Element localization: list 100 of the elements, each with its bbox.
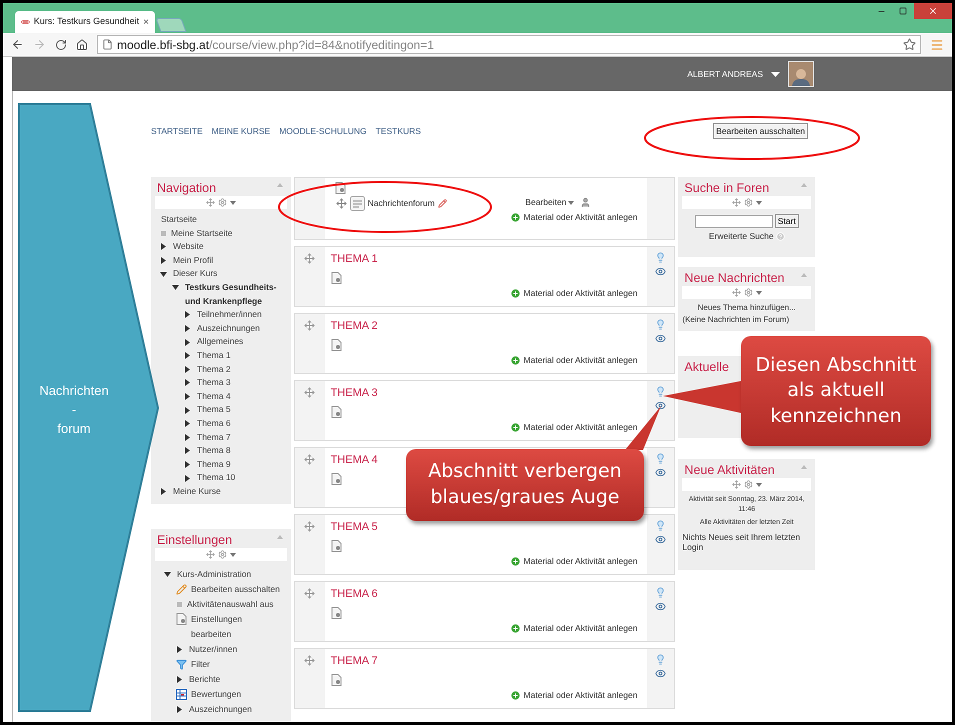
document-icon[interactable] xyxy=(330,674,342,686)
move-icon[interactable] xyxy=(732,480,741,489)
nav-link[interactable]: Testkurs Gesundheits- und Krankenpflege xyxy=(185,280,285,308)
collapsed-triangle-icon[interactable] xyxy=(184,406,191,414)
add-topic-link[interactable]: Neues Thema hinzufügen... xyxy=(678,302,815,314)
lightbulb-icon[interactable] xyxy=(655,520,666,531)
nav-link[interactable]: Thema 10 xyxy=(197,471,236,485)
settings-icon[interactable] xyxy=(744,288,753,297)
nav-link[interactable]: Thema 3 xyxy=(197,376,231,390)
move-icon[interactable] xyxy=(304,253,316,264)
edit-toggle-button[interactable]: Bearbeiten ausschalten xyxy=(713,122,808,140)
collapsed-triangle-icon[interactable] xyxy=(184,474,191,482)
nav-link[interactable]: Thema 9 xyxy=(197,458,231,472)
advanced-search-link[interactable]: Erweiterte Suche xyxy=(708,230,774,243)
lightbulb-icon[interactable] xyxy=(655,587,666,598)
plus-circle-icon[interactable] xyxy=(510,556,521,567)
move-icon[interactable] xyxy=(206,198,215,207)
nav-link[interactable]: Startseite xyxy=(161,213,197,227)
move-icon[interactable] xyxy=(304,588,316,599)
lightbulb-icon[interactable] xyxy=(655,319,666,330)
settings-icon[interactable] xyxy=(218,550,227,560)
tab-close-button[interactable]: × xyxy=(143,14,149,30)
nav-link[interactable]: Bewertungen xyxy=(191,687,242,702)
start-button[interactable]: Start xyxy=(774,214,799,228)
document-icon[interactable] xyxy=(330,473,342,485)
nav-link[interactable]: Thema 4 xyxy=(197,390,231,404)
expanded-triangle-icon[interactable] xyxy=(172,284,179,292)
settings-icon[interactable] xyxy=(744,198,753,207)
plus-circle-icon[interactable] xyxy=(510,212,521,223)
plus-circle-icon[interactable] xyxy=(510,354,521,366)
address-field[interactable]: moodle.bfi-sbg.at/course/view.php?id=84&notifyeditingon=1 xyxy=(97,35,921,54)
move-icon[interactable] xyxy=(304,320,316,331)
plus-circle-icon[interactable] xyxy=(510,690,521,701)
add-activity-link[interactable]: Material oder Aktivität anlegen xyxy=(524,287,638,300)
edit-menu-button[interactable]: Bearbeiten xyxy=(525,196,574,209)
breadcrumb-link[interactable]: MOODLE-SCHULUNG xyxy=(279,124,367,138)
collapsed-triangle-icon[interactable] xyxy=(176,646,183,653)
nav-link[interactable]: Meine Startseite xyxy=(171,226,232,240)
add-activity-link[interactable]: Material oder Aktivität anlegen xyxy=(524,211,638,224)
collapsed-triangle-icon[interactable] xyxy=(184,379,191,386)
forum-icon[interactable] xyxy=(350,196,365,211)
nav-link[interactable]: Filter xyxy=(191,657,210,672)
nav-link[interactable]: Mein Profil xyxy=(173,254,214,268)
add-activity-link[interactable]: Material oder Aktivität anlegen xyxy=(524,354,638,367)
plus-circle-icon[interactable] xyxy=(510,622,521,634)
bookmark-star-icon[interactable] xyxy=(903,38,916,51)
nav-link[interactable]: Aktivitätenauswahl aus xyxy=(187,597,274,612)
activity-link[interactable]: Nachrichtenforum xyxy=(368,197,435,210)
close-button[interactable] xyxy=(914,3,952,19)
forward-icon[interactable] xyxy=(33,38,46,51)
lightbulb-icon[interactable] xyxy=(655,654,666,665)
document-icon[interactable] xyxy=(330,540,342,552)
section-title[interactable]: THEMA 5 xyxy=(330,521,378,534)
nav-link[interactable]: Berichte xyxy=(189,672,220,688)
nav-link[interactable]: Website xyxy=(173,240,204,254)
collapsed-triangle-icon[interactable] xyxy=(176,706,183,713)
document-icon[interactable] xyxy=(330,339,342,351)
nav-link[interactable]: Auszeichnungen xyxy=(197,322,260,336)
settings-icon[interactable] xyxy=(218,198,227,207)
lightbulb-icon[interactable] xyxy=(655,453,666,464)
collapsed-triangle-icon[interactable] xyxy=(184,420,191,428)
nav-link[interactable]: Kurs-Administration xyxy=(177,567,252,582)
collapsed-triangle-icon[interactable] xyxy=(184,366,191,373)
eye-icon[interactable] xyxy=(655,400,666,411)
pencil-icon[interactable] xyxy=(438,199,447,208)
nav-link[interactable]: Meine Kurse xyxy=(173,484,221,498)
reload-icon[interactable] xyxy=(55,38,67,50)
section-title[interactable]: THEMA 6 xyxy=(330,588,378,601)
collapsed-triangle-icon[interactable] xyxy=(184,447,191,454)
user-name[interactable]: ALBERT ANDREAS xyxy=(687,68,763,80)
section-title[interactable]: THEMA 3 xyxy=(330,387,378,400)
back-icon[interactable] xyxy=(11,38,24,51)
eye-icon[interactable] xyxy=(655,534,666,545)
plus-circle-icon[interactable] xyxy=(510,422,521,433)
move-icon[interactable] xyxy=(304,387,316,398)
collapsed-triangle-icon[interactable] xyxy=(160,243,167,250)
add-activity-link[interactable]: Material oder Aktivität anlegen xyxy=(524,689,638,702)
collapsed-triangle-icon[interactable] xyxy=(184,352,191,360)
section-title[interactable]: THEMA 1 xyxy=(330,253,378,266)
section-title[interactable]: THEMA 4 xyxy=(330,454,378,467)
collapsed-triangle-icon[interactable] xyxy=(184,325,191,332)
move-icon[interactable] xyxy=(304,454,316,465)
move-icon[interactable] xyxy=(304,655,316,666)
avatar[interactable] xyxy=(788,61,814,87)
search-field[interactable] xyxy=(694,214,773,228)
move-icon[interactable] xyxy=(336,198,347,209)
breadcrumb-link[interactable]: STARTSEITE xyxy=(151,124,203,138)
document-icon[interactable] xyxy=(176,613,187,626)
nav-link[interactable]: Allgemeines xyxy=(197,335,244,349)
move-icon[interactable] xyxy=(732,288,741,297)
eye-icon[interactable] xyxy=(655,333,666,344)
document-icon[interactable] xyxy=(330,406,342,418)
nav-link[interactable]: Thema 2 xyxy=(197,362,231,376)
nav-link[interactable]: Auszeichnungen xyxy=(189,702,252,718)
collapsed-triangle-icon[interactable] xyxy=(184,338,191,346)
section-title[interactable]: THEMA 7 xyxy=(330,655,378,668)
section-title[interactable]: THEMA 2 xyxy=(330,320,378,333)
collapsed-triangle-icon[interactable] xyxy=(184,460,191,468)
nav-link[interactable]: Thema 5 xyxy=(197,403,231,417)
breadcrumb-link[interactable]: TESTKURS xyxy=(376,124,421,138)
